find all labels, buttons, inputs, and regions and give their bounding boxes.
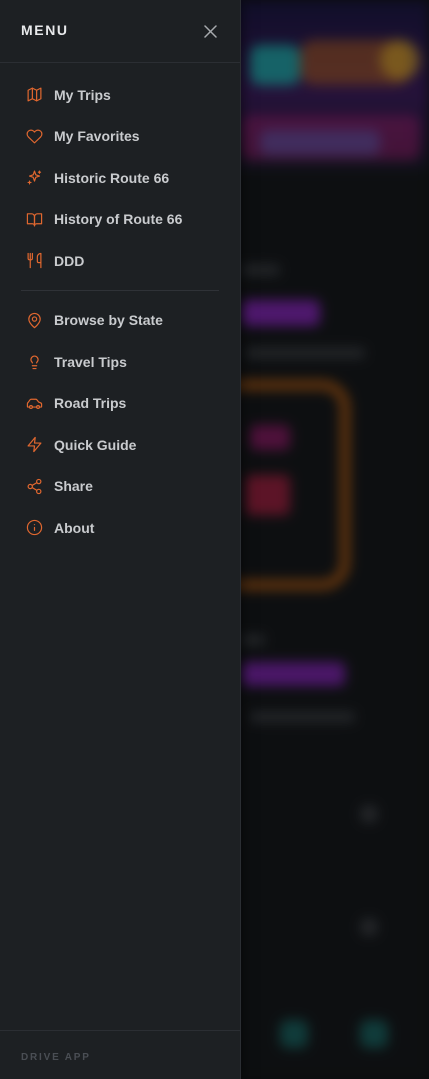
menu-item-label: Browse by State [54, 312, 163, 329]
menu-item-label: DDD [54, 252, 85, 269]
heart-icon [25, 127, 43, 145]
share-icon [25, 477, 43, 495]
book-open-icon [25, 210, 43, 228]
menu-item-history-of-route-66[interactable]: History of Route 66 [0, 199, 240, 241]
menu-item-label: Historic Route 66 [54, 169, 170, 186]
menu-item-quick-guide[interactable]: Quick Guide [0, 424, 240, 466]
menu-item-ddd[interactable]: DDD [0, 240, 240, 282]
menu-title: MENU [21, 22, 69, 38]
menu-item-label: Travel Tips [54, 353, 127, 370]
menu-item-label: My Favorites [54, 128, 140, 145]
utensils-icon [25, 252, 43, 270]
map-icon [25, 86, 43, 104]
menu-item-label: About [54, 519, 95, 536]
menu-item-my-trips[interactable]: My Trips [0, 74, 240, 116]
menu-item-share[interactable]: Share [0, 466, 240, 508]
drawer-header: MENU [0, 0, 240, 63]
sparkles-icon [25, 169, 43, 187]
drawer-footer: DRIVE APP [0, 1030, 240, 1079]
menu-item-browse-by-state[interactable]: Browse by State [0, 300, 240, 342]
menu-item-about[interactable]: About [0, 507, 240, 549]
app-root: MENU My Trips My Favorites Historic Rout… [0, 0, 429, 1079]
zap-icon [25, 436, 43, 454]
menu-item-label: Share [54, 478, 93, 495]
menu-item-label: My Trips [54, 86, 111, 103]
side-drawer: MENU My Trips My Favorites Historic Rout… [0, 0, 241, 1079]
drawer-nav: My Trips My Favorites Historic Route 66 … [0, 74, 240, 549]
menu-divider [21, 289, 219, 291]
close-button[interactable] [199, 20, 221, 42]
menu-item-road-trips[interactable]: Road Trips [0, 383, 240, 425]
map-pin-icon [25, 311, 43, 329]
close-icon [203, 24, 217, 38]
menu-item-my-favorites[interactable]: My Favorites [0, 116, 240, 158]
app-name-footer: DRIVE APP [21, 1052, 91, 1063]
lightbulb-icon [25, 353, 43, 371]
menu-item-label: History of Route 66 [54, 211, 183, 228]
info-icon [25, 519, 43, 537]
menu-item-label: Road Trips [54, 395, 127, 412]
menu-item-historic-route-66[interactable]: Historic Route 66 [0, 157, 240, 199]
car-icon [25, 394, 43, 412]
menu-item-label: Quick Guide [54, 436, 137, 453]
menu-item-travel-tips[interactable]: Travel Tips [0, 341, 240, 383]
